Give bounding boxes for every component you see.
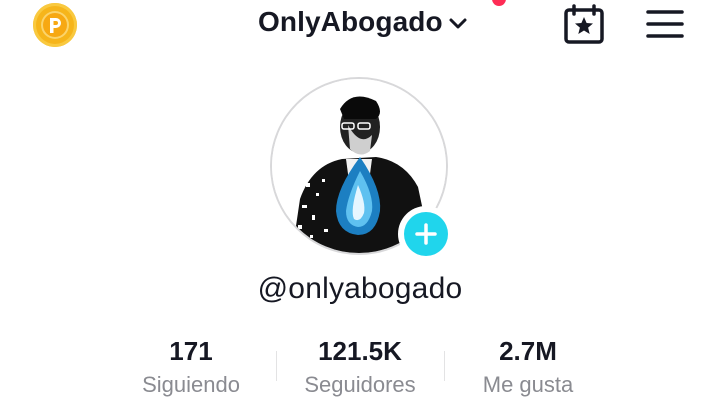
coin-p-icon (41, 11, 69, 39)
followers-count: 121.5K (318, 336, 402, 366)
plus-icon (404, 212, 448, 256)
likes-label: Me gusta (482, 372, 574, 397)
add-story-button[interactable] (398, 206, 454, 262)
coin-button[interactable] (33, 3, 77, 47)
stat-followers[interactable]: 121.5K Seguidores (290, 333, 430, 401)
profile-page: OnlyAbogado @onlyabogado 171 Siguiendo 1… (0, 0, 720, 405)
likes-count: 2.7M (499, 336, 557, 366)
account-name: OnlyAbogado (258, 6, 443, 37)
calendar-button[interactable] (562, 4, 606, 44)
account-switcher[interactable]: OnlyAbogado (258, 4, 469, 40)
menu-button[interactable] (646, 8, 684, 40)
followers-label: Seguidores (304, 372, 416, 397)
username: @onlyabogado (257, 272, 463, 305)
stat-divider (444, 351, 445, 381)
stat-divider (276, 351, 277, 381)
calendar-star-icon (564, 4, 604, 44)
following-label: Siguiendo (142, 372, 240, 397)
hamburger-menu-icon (646, 10, 684, 38)
stat-likes[interactable]: 2.7M Me gusta (466, 333, 590, 401)
chevron-down-icon (449, 18, 467, 28)
following-count: 171 (169, 336, 213, 366)
profile-stats: 171 Siguiendo 121.5K Seguidores 2.7M Me … (0, 333, 720, 405)
stat-following[interactable]: 171 Siguiendo (126, 333, 256, 401)
notification-dot (492, 0, 506, 6)
